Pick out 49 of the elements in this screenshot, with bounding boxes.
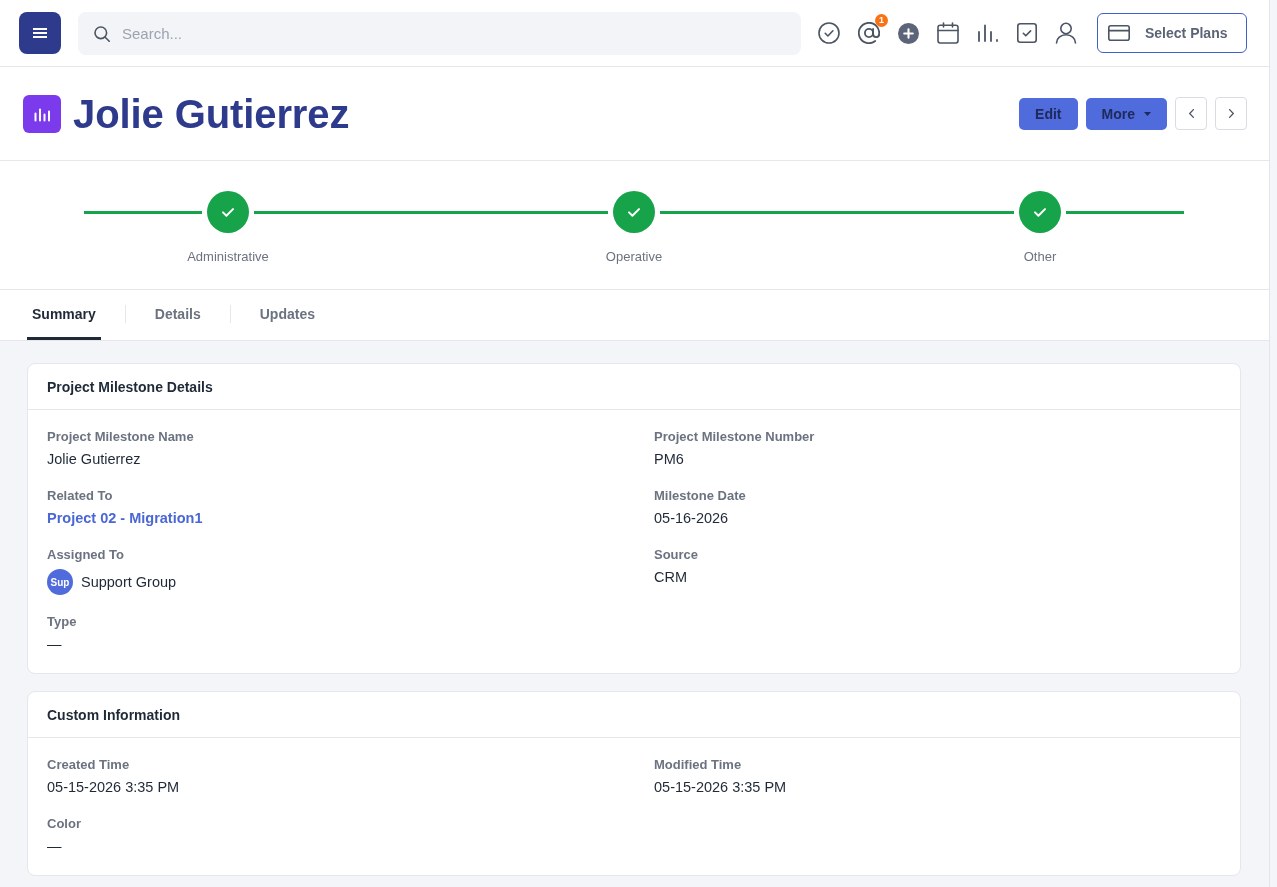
field-value: 05-16-2026 — [654, 510, 729, 526]
notification-badge: 1 — [875, 14, 888, 27]
field-value: Support Group — [81, 573, 177, 592]
bar-chart-icon[interactable] — [977, 24, 999, 42]
field-value: Jolie Gutierrez — [47, 451, 141, 467]
field-label: Milestone Date — [654, 488, 746, 504]
select-plans-button[interactable]: Select Plans — [1097, 13, 1247, 53]
chevron-left-icon — [1188, 109, 1194, 118]
checkbox-icon[interactable] — [1017, 23, 1037, 43]
calendar-icon[interactable] — [937, 22, 959, 44]
field-label: Assigned To — [47, 547, 125, 563]
field-label: Related To — [47, 488, 113, 504]
at-sign-icon[interactable] — [858, 22, 880, 44]
tab[interactable]: Updates — [254, 290, 320, 340]
step-label: Operative — [605, 249, 663, 265]
search-field[interactable]: Search... — [78, 11, 801, 55]
section-title: Custom Information — [47, 706, 180, 723]
field-value: 05-15-2026 3:35 PM — [654, 779, 787, 795]
field-value: PM6 — [654, 451, 684, 467]
field-label: Source — [654, 547, 699, 563]
user-icon[interactable] — [1055, 22, 1077, 44]
menu-button[interactable] — [19, 12, 61, 54]
field-label: Created Time — [47, 757, 130, 773]
record-title: Jolie Gutierrez — [73, 90, 350, 137]
field-value: CRM — [654, 569, 688, 585]
user-avatar: Sup — [47, 569, 73, 595]
field-value: — — [47, 838, 62, 854]
field-label: Project Milestone Name — [47, 429, 194, 445]
chart-app-icon — [23, 94, 61, 133]
tab[interactable]: Details — [149, 290, 206, 340]
plus-circle-icon[interactable] — [898, 22, 919, 44]
field-label: Modified Time — [654, 757, 742, 773]
caret-icon — [1144, 111, 1151, 116]
section-title: Project Milestone Details — [47, 378, 213, 395]
field-value: 05-15-2026 3:35 PM — [47, 779, 180, 795]
menu-icon — [33, 28, 47, 38]
check-circle-icon[interactable] — [818, 22, 840, 44]
record-link[interactable]: Project 02 - Migration1 — [47, 510, 203, 526]
action-button[interactable]: Edit — [1019, 97, 1078, 130]
step-label: Other — [1023, 249, 1057, 265]
search-icon — [94, 25, 110, 42]
step-label: Administrative — [187, 249, 269, 265]
chevron-right-icon — [1228, 109, 1234, 118]
dropdown-button[interactable]: More — [1085, 97, 1167, 130]
card-icon — [1108, 25, 1130, 41]
field-value: — — [47, 636, 62, 652]
field-label: Color — [47, 816, 81, 832]
field-label: Type — [47, 614, 77, 630]
field-label: Project Milestone Number — [654, 429, 815, 445]
